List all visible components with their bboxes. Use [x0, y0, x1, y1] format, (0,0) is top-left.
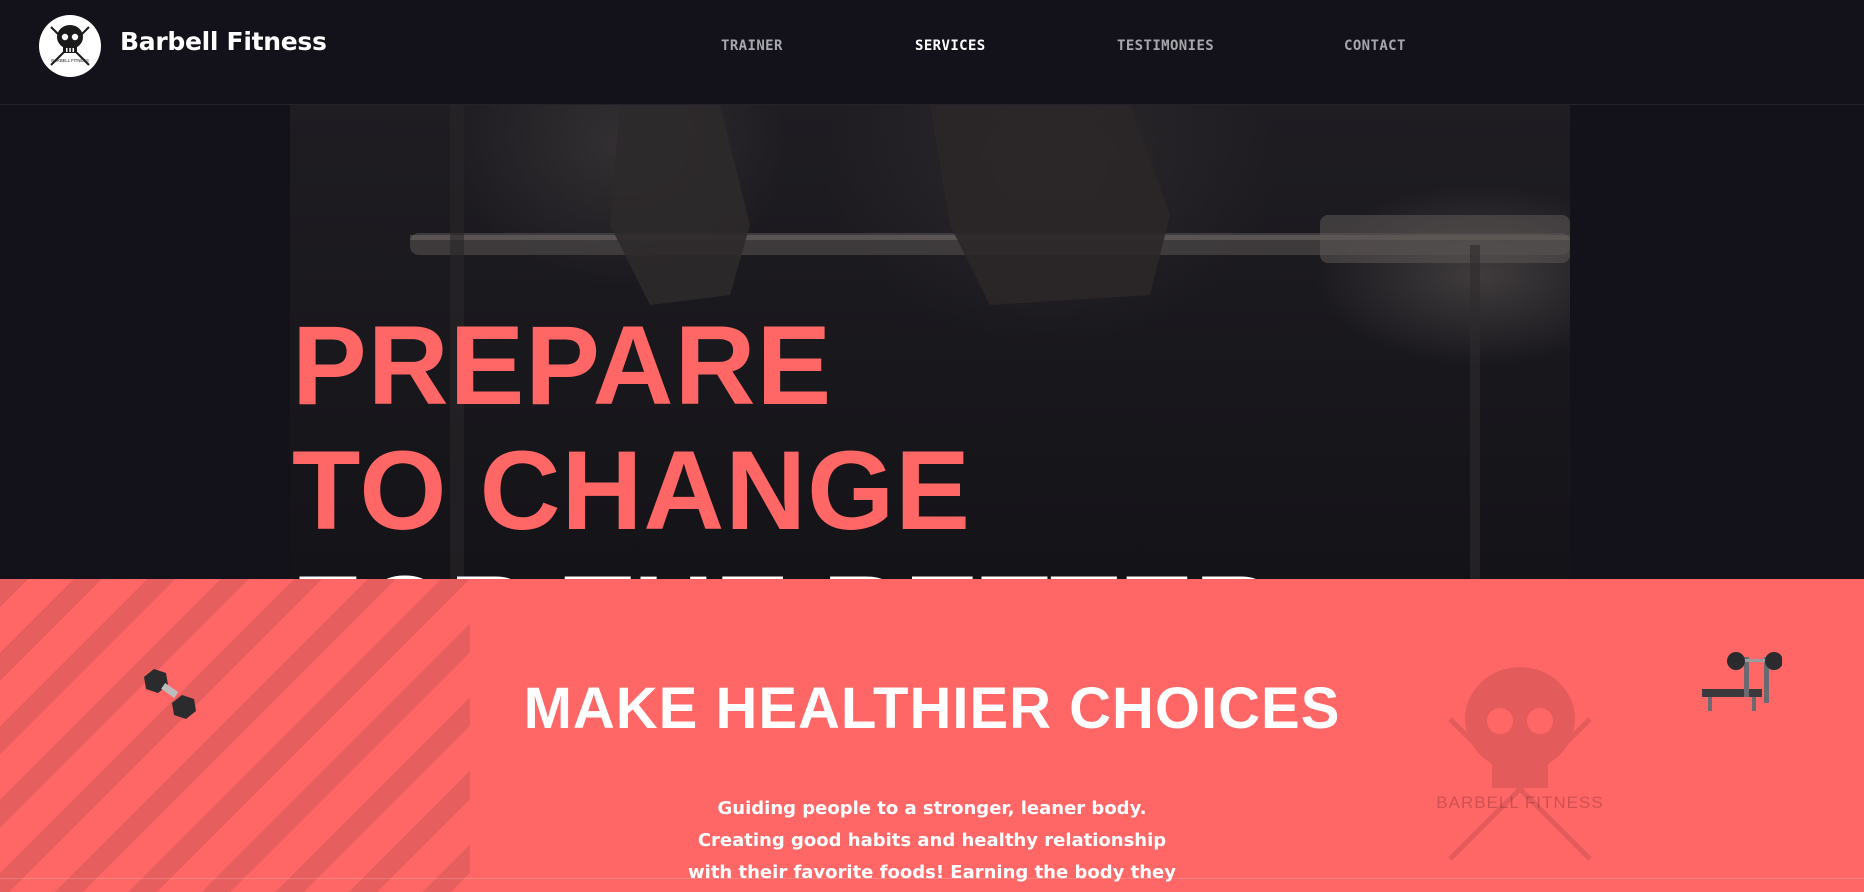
nav-link-services[interactable]: SERVICES: [915, 38, 986, 54]
divider: [0, 878, 1864, 879]
hero-section: PREPARE TO CHANGE FOR THE BETTER.: [0, 105, 1864, 579]
nav-link-trainer[interactable]: TRAINER: [721, 38, 783, 54]
nav-link-contact[interactable]: CONTACT: [1344, 38, 1406, 54]
watermark-text: BARBELL FITNESS: [1436, 793, 1604, 812]
brand-name[interactable]: Barbell Fitness: [120, 27, 327, 56]
hero-headline: PREPARE TO CHANGE FOR THE BETTER.: [292, 303, 1309, 579]
skull-watermark-icon: [1420, 659, 1620, 883]
hero-line-3: FOR THE BETTER.: [292, 553, 1309, 579]
skull-logo-icon[interactable]: BARBELL FITNESS: [39, 15, 101, 77]
hero-line-1: PREPARE: [292, 303, 833, 428]
weight-bench-icon: [1698, 649, 1783, 719]
hero-line-2: TO CHANGE: [292, 428, 971, 553]
navbar: BARBELL FITNESS Barbell Fitness TRAINER …: [0, 0, 1864, 105]
svg-text:BARBELL FITNESS: BARBELL FITNESS: [51, 58, 89, 63]
nav-link-testimonies[interactable]: TESTIMONIES: [1117, 38, 1214, 54]
healthier-choices-section: MAKE HEALTHIER CHOICES Guiding people to…: [0, 579, 1864, 892]
